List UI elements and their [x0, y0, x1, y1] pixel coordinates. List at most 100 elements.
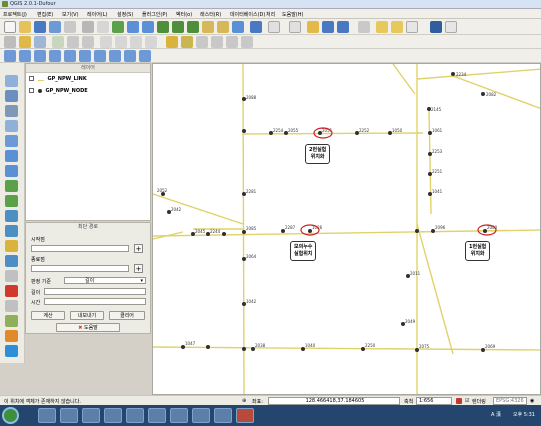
refresh-icon[interactable] [232, 21, 244, 33]
python-console-icon[interactable] [430, 21, 442, 33]
layer-item-link[interactable]: GP_NPW_LINK [29, 76, 87, 82]
add-mssql-layer-icon[interactable] [5, 135, 18, 147]
scale-field[interactable]: 1:656 [416, 397, 452, 405]
remove-layer-icon[interactable] [5, 270, 18, 282]
layer-visibility-checkbox[interactable] [29, 88, 34, 93]
plugin-tool-icon[interactable] [5, 315, 18, 327]
add-wms-layer-icon[interactable] [5, 150, 18, 162]
menu-database[interactable]: 데이터베이스(D) [230, 11, 265, 18]
taskbar-app-ie-icon[interactable] [38, 408, 56, 423]
move-feature-icon[interactable] [67, 36, 79, 48]
plugin-tool-2-icon[interactable] [5, 330, 18, 342]
add-wfs-layer-icon[interactable] [5, 180, 18, 192]
rotate-label-icon[interactable] [226, 36, 238, 48]
deselect-icon[interactable] [289, 21, 301, 33]
add-oracle-icon[interactable] [79, 50, 91, 62]
plugin-tool-3-icon[interactable] [5, 345, 18, 357]
select-icon[interactable] [268, 21, 280, 33]
touch-icon[interactable] [97, 21, 109, 33]
new-gpx-icon[interactable] [5, 240, 18, 252]
save-as-icon[interactable] [49, 21, 61, 33]
show-bookmarks-icon[interactable] [391, 21, 403, 33]
add-wcs-icon[interactable] [109, 50, 121, 62]
new-spatialite-icon[interactable] [5, 225, 18, 237]
zoom-in-icon[interactable] [127, 21, 139, 33]
menu-vector[interactable]: 벡터(o) [176, 11, 192, 18]
export-button[interactable]: 내보내기 [70, 311, 104, 320]
pan-to-selection-icon[interactable] [112, 21, 124, 33]
print-composer-icon[interactable] [64, 21, 76, 33]
messages-icon[interactable]: ◉ [530, 398, 534, 404]
zoom-out-icon[interactable] [142, 21, 154, 33]
add-wcs-layer-icon[interactable] [5, 165, 18, 177]
coordinate-icon[interactable]: ⊕ [242, 398, 246, 404]
add-wfs-icon[interactable] [124, 50, 136, 62]
identify-icon[interactable] [250, 21, 262, 33]
statistics-icon[interactable] [322, 21, 334, 33]
route-start-icon[interactable] [5, 285, 18, 297]
add-postgis-layer-icon[interactable] [5, 105, 18, 117]
copy-features-icon[interactable] [130, 36, 142, 48]
add-vector-layer-icon[interactable] [5, 75, 18, 87]
pick-start-button[interactable]: + [134, 244, 143, 253]
taskbar-app-explorer-icon[interactable] [60, 408, 78, 423]
show-labels-icon[interactable] [196, 36, 208, 48]
new-project-icon[interactable] [4, 21, 16, 33]
zoom-full-icon[interactable] [157, 21, 169, 33]
change-label-icon[interactable] [241, 36, 253, 48]
clear-button[interactable]: 클리어 [109, 311, 145, 320]
route-end-icon[interactable] [5, 300, 18, 312]
cut-features-icon[interactable] [115, 36, 127, 48]
coordinate-field[interactable]: 128.466418,37.184605 [268, 397, 400, 405]
stop-render-icon[interactable] [456, 398, 462, 404]
menu-settings[interactable]: 설정(S) [117, 11, 133, 18]
add-mssql-icon[interactable] [64, 50, 76, 62]
help-button[interactable]: ✖ 도움말 [56, 323, 120, 332]
add-wms-icon[interactable] [94, 50, 106, 62]
whats-this-icon[interactable] [445, 21, 457, 33]
menu-help[interactable]: 도움말(H) [282, 11, 303, 18]
zoom-last-icon[interactable] [202, 21, 214, 33]
add-spatialite-layer-icon[interactable] [5, 120, 18, 132]
pan-map-icon[interactable] [82, 21, 94, 33]
menu-edit[interactable]: 편집(E) [37, 11, 53, 18]
menu-raster[interactable]: 래스터(R) [200, 11, 221, 18]
taskbar-app-window-icon[interactable] [170, 408, 188, 423]
add-gpx-icon[interactable] [5, 210, 18, 222]
layer-visibility-checkbox[interactable] [29, 76, 34, 81]
delete-selected-icon[interactable] [100, 36, 112, 48]
toggle-editing-icon[interactable] [19, 36, 31, 48]
taskbar-app-word-icon[interactable] [126, 408, 144, 423]
map-tips-icon[interactable] [358, 21, 370, 33]
paste-features-icon[interactable] [145, 36, 157, 48]
menu-plugins[interactable]: 플러그인(P) [142, 11, 167, 18]
label-tool-icon[interactable] [166, 36, 178, 48]
start-button[interactable] [2, 407, 19, 424]
bookmark-icon[interactable] [376, 21, 388, 33]
taskbar-app-pdf-icon[interactable] [236, 408, 254, 423]
pin-labels-icon[interactable] [181, 36, 193, 48]
measure-icon[interactable] [337, 21, 349, 33]
move-label-icon[interactable] [211, 36, 223, 48]
menu-processing[interactable]: 처리 [266, 11, 275, 18]
save-project-icon[interactable] [34, 21, 46, 33]
calculate-button[interactable]: 계산 [31, 311, 65, 320]
taskbar-app-window2-icon[interactable] [192, 408, 210, 423]
crs-field[interactable]: EPSG:4326 [493, 397, 527, 405]
map-canvas[interactable]: 2234 2082 2088 2145 2254 2055 2051 2252 … [152, 63, 541, 395]
add-feature-icon[interactable] [52, 36, 64, 48]
start-point-input[interactable] [31, 245, 129, 252]
add-raster-layer-icon[interactable] [5, 90, 18, 102]
zoom-layer-icon[interactable] [172, 21, 184, 33]
save-edits-icon[interactable] [34, 36, 46, 48]
taskbar-app-qgis-icon[interactable] [148, 408, 166, 423]
clock[interactable]: 오후 5:31 [513, 411, 535, 418]
menu-layer[interactable]: 레이어(L) [87, 11, 108, 18]
open-project-icon[interactable] [19, 21, 31, 33]
input-method-tray[interactable]: A 漢 [491, 411, 501, 418]
add-delimited-text-icon[interactable] [5, 195, 18, 207]
zoom-selection-icon[interactable] [187, 21, 199, 33]
text-annotation-icon[interactable] [406, 21, 418, 33]
layer-item-node[interactable]: GP_NPW_NODE [29, 88, 88, 94]
add-spatialite-icon[interactable] [49, 50, 61, 62]
